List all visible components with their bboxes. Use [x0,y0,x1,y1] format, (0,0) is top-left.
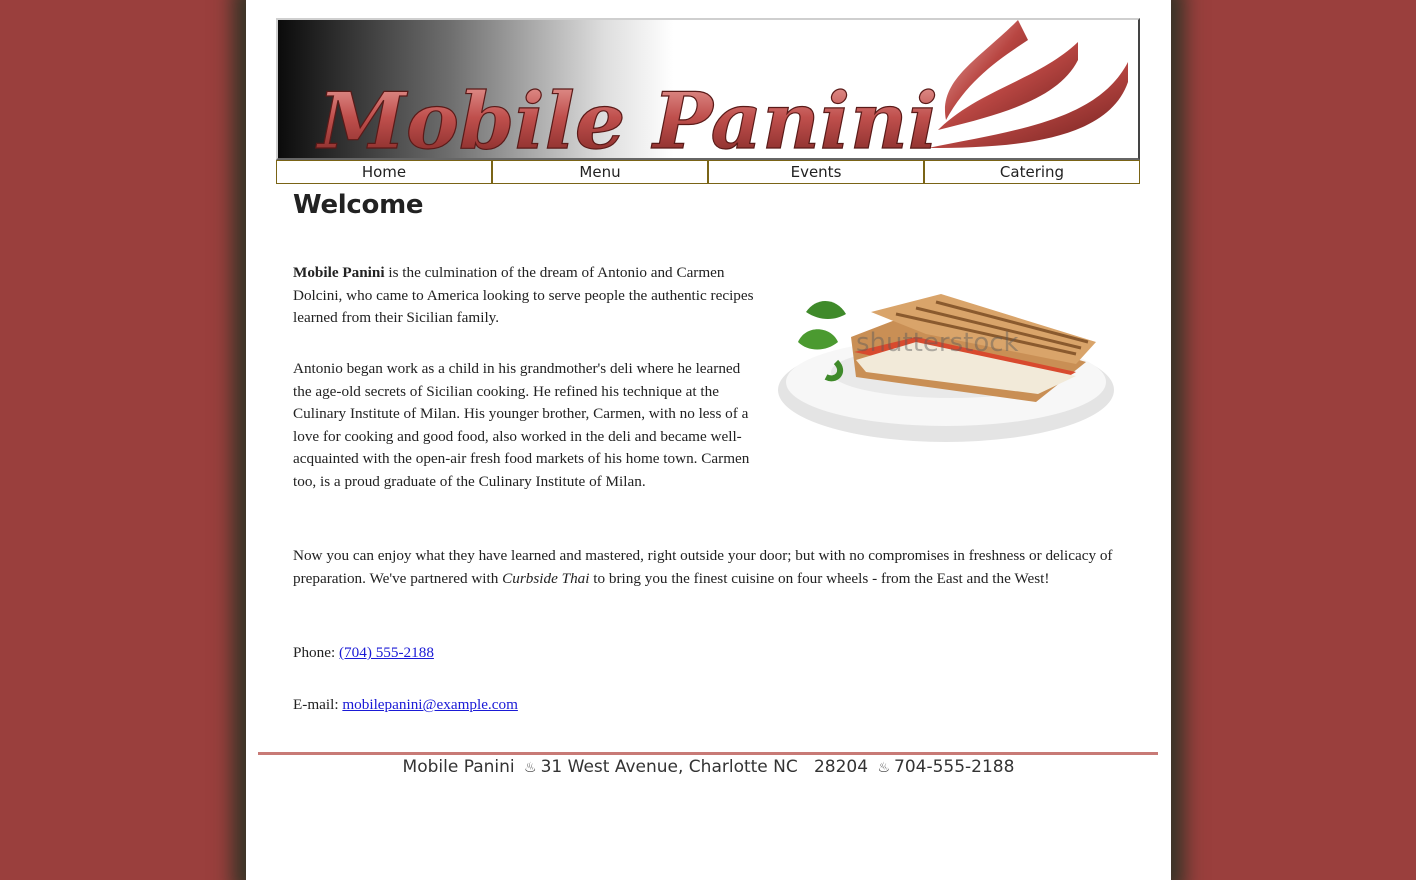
logo-graphic: Mobile Panini [314,20,1128,158]
email-line: E-mail: mobilepanini@example.com [293,694,518,717]
hot-springs-icon: ♨ [877,760,891,776]
panini-photo: shutterstock [776,242,1114,464]
brand-name: Mobile Panini [293,264,385,281]
nav-menu[interactable]: Menu [492,160,708,184]
partner-text-after: to bring you the finest cuisine on four … [589,569,1050,587]
phone-link[interactable]: (704) 555-2188 [339,644,434,661]
footer-address: 31 West Avenue, Charlotte NC 28204 [540,757,869,777]
nav-events[interactable]: Events [708,160,924,184]
phone-line: Phone: (704) 555-2188 [293,642,434,665]
page-container: Mobile Panini Home Menu Events Catering … [246,0,1171,880]
nav-home[interactable]: Home [276,160,492,184]
nav-catering[interactable]: Catering [924,160,1140,184]
partner-paragraph: Now you can enjoy what they have learned… [293,545,1113,590]
page-title: Welcome [293,190,424,220]
hot-springs-icon: ♨ [524,760,537,776]
intro-paragraph: Mobile Panini is the culmination of the … [293,262,759,330]
email-link[interactable]: mobilepanini@example.com [342,696,518,713]
footer: Mobile Panini ♨ 31 West Avenue, Charlotte… [246,757,1171,777]
footer-phone: 704-555-2188 [894,757,1015,777]
image-watermark: shutterstock [856,328,1019,358]
email-label: E-mail: [293,696,343,713]
header-banner: Mobile Panini [276,18,1140,160]
partner-name: Curbside Thai [502,569,590,587]
footer-divider [258,752,1158,755]
phone-label: Phone: [293,644,339,661]
main-nav: Home Menu Events Catering [276,160,1140,184]
history-paragraph: Antonio began work as a child in his gra… [293,360,750,490]
main-content: Welcome shutterstock Mobile Panini is th… [293,190,1114,713]
logo-text: Mobile Panini [315,76,938,158]
footer-business-name: Mobile Panini [402,757,515,777]
